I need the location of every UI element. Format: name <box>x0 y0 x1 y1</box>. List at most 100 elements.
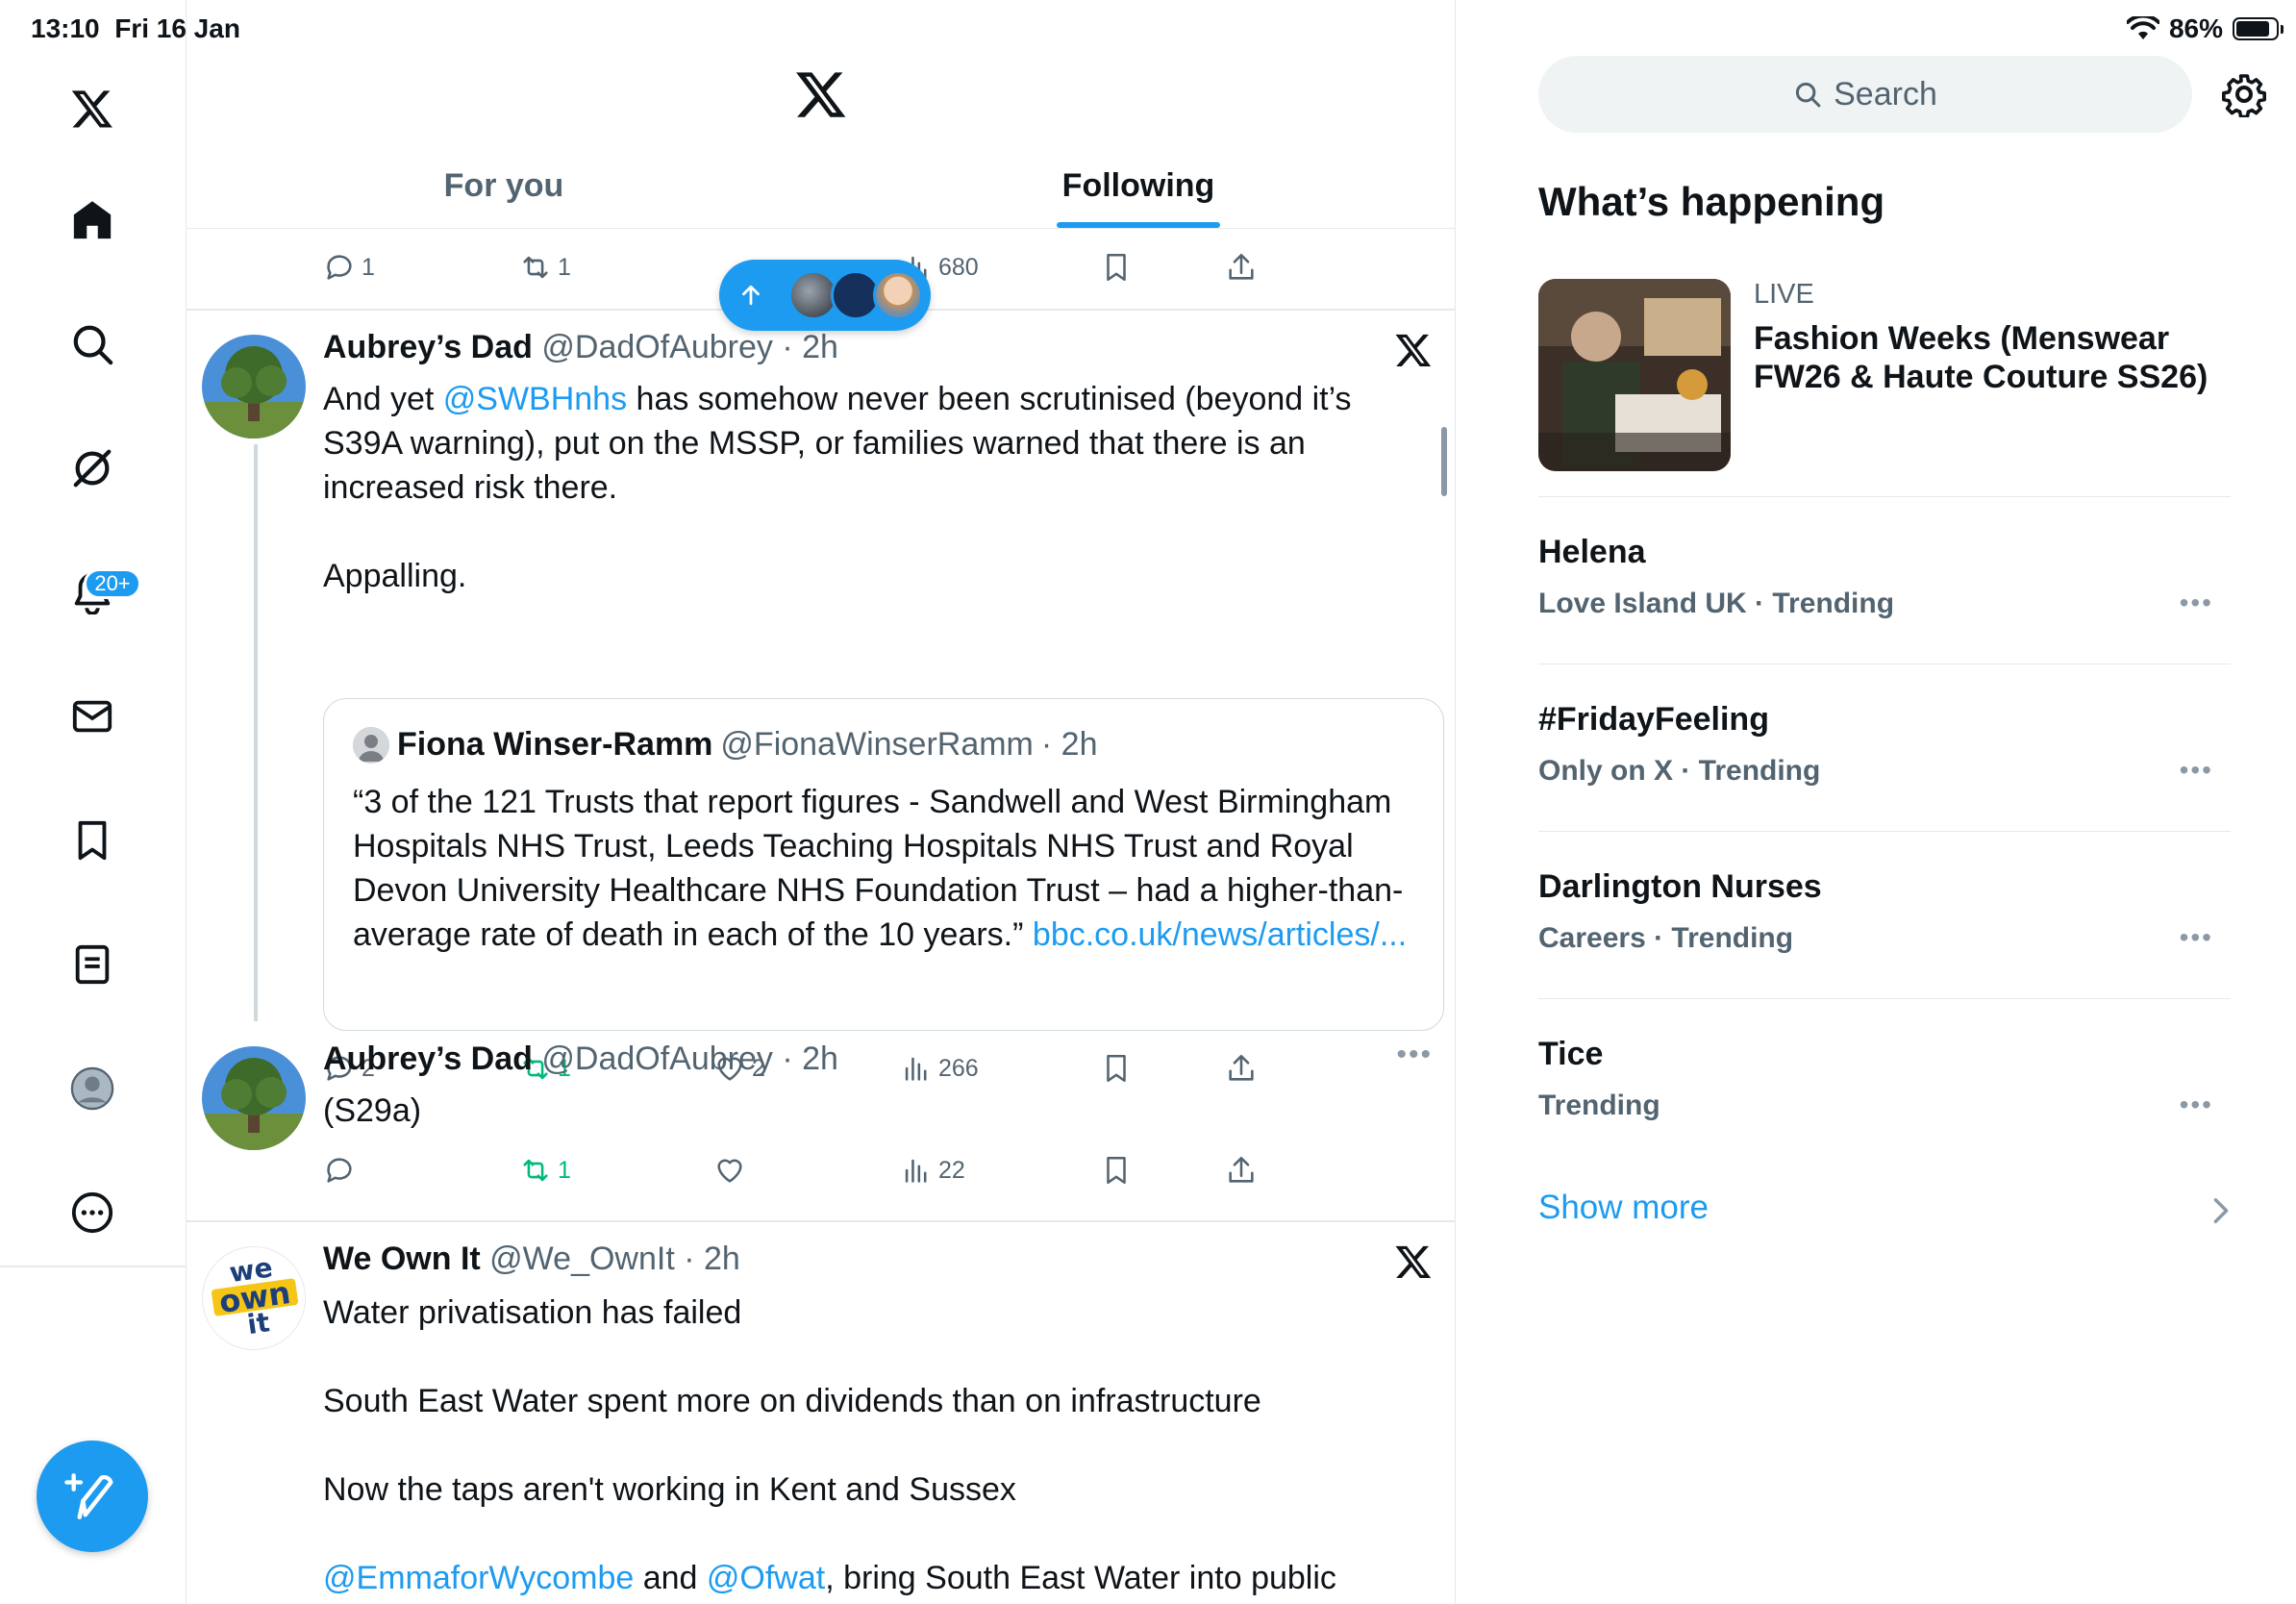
gear-icon[interactable] <box>2221 71 2267 117</box>
author-name[interactable]: We Own It <box>323 1241 481 1277</box>
quoted-post[interactable]: Fiona Winser-Ramm @FionaWinserRamm · 2h … <box>323 698 1444 1031</box>
live-label: LIVE <box>1754 279 1814 310</box>
tab-following[interactable]: Following <box>821 144 1455 228</box>
live-event-card[interactable]: LIVE Fashion Weeks (Menswear FW26 & Haut… <box>1538 279 2231 471</box>
lists-icon[interactable] <box>45 921 139 1008</box>
trend-name: Helena <box>1538 534 1646 570</box>
avatar <box>353 726 389 764</box>
x-logo-icon <box>1395 334 1432 366</box>
x-logo-icon[interactable] <box>45 65 139 152</box>
new-posts-pill[interactable] <box>719 260 931 331</box>
views-icon <box>905 1159 927 1183</box>
post-time: · 2h <box>684 1241 740 1277</box>
tab-for-you[interactable]: For you <box>187 144 821 228</box>
mention-link[interactable]: @Ofwat <box>707 1560 825 1596</box>
profile-avatar-icon[interactable] <box>45 1045 139 1132</box>
mention-link[interactable]: @EmmaforWycombe <box>323 1560 634 1596</box>
reply-icon <box>327 1158 352 1183</box>
reply-button[interactable] <box>323 1154 356 1187</box>
trend-meta: Only on X · Trending <box>1538 755 1821 787</box>
search-placeholder: Search <box>1834 75 1937 113</box>
timeline-tabs: For you Following <box>187 144 1455 229</box>
repost-count: 1 <box>558 1156 571 1184</box>
more-options-icon[interactable] <box>45 1169 139 1256</box>
avatar[interactable] <box>202 335 306 439</box>
post-card[interactable]: Aubrey’s Dad @DadOfAubrey · 2h And yet @… <box>187 310 1455 1083</box>
author-name[interactable]: Aubrey’s Dad <box>323 329 533 365</box>
left-nav: 20+ <box>0 0 187 1604</box>
heart-icon <box>717 1159 742 1183</box>
chevron-right-icon[interactable] <box>2211 1196 2231 1225</box>
grok-icon[interactable] <box>45 425 139 512</box>
avatar[interactable]: we own it <box>202 1246 306 1350</box>
post-card[interactable]: Aubrey’s Dad @DadOfAubrey · 2h ••• (S29a… <box>187 1031 1455 1219</box>
home-icon[interactable] <box>45 177 139 263</box>
trend-item[interactable]: #FridayFeeling Only on X · Trending ••• <box>1538 664 2231 831</box>
search-icon[interactable] <box>45 301 139 388</box>
more-options-icon[interactable]: ••• <box>1396 1039 1433 1071</box>
views-count: 680 <box>938 253 979 281</box>
bookmarks-icon[interactable] <box>45 797 139 884</box>
trend-item[interactable]: Darlington Nurses Careers · Trending ••• <box>1538 831 2231 998</box>
more-options-icon[interactable]: ••• <box>2180 1090 2213 1120</box>
share-icon <box>1229 1156 1254 1183</box>
quote-author-handle: @FionaWinserRamm <box>720 726 1034 763</box>
reply-count: 1 <box>362 253 375 281</box>
author-handle[interactable]: @DadOfAubrey <box>541 1040 773 1077</box>
post-text: (S29a) <box>323 1092 422 1129</box>
post-time: · 2h <box>782 329 838 365</box>
more-options-icon[interactable]: ••• <box>2180 922 2213 953</box>
bookmark-button[interactable] <box>1100 1154 1133 1187</box>
post-card[interactable]: we own it We Own It @We_OwnIt · 2h Water… <box>187 1221 1455 1604</box>
more-options-icon[interactable]: ••• <box>2180 755 2213 786</box>
post-actions: 1 22 <box>187 1154 1455 1196</box>
trend-item[interactable]: Helena Love Island UK · Trending ••• <box>1538 496 2231 664</box>
x-logo-icon <box>1395 1245 1432 1278</box>
trend-item[interactable]: Tice Trending ••• <box>1538 998 2231 1165</box>
repost-icon <box>523 256 548 279</box>
reply-icon <box>327 255 352 280</box>
compose-post-button[interactable] <box>37 1441 148 1552</box>
right-sidebar: Search What’s happening LIVE Fashion Wee… <box>1456 0 2296 1604</box>
reply-button[interactable]: 1 <box>323 251 375 284</box>
notifications-bell-icon[interactable]: 20+ <box>45 549 141 636</box>
bookmark-button[interactable] <box>1100 251 1133 284</box>
feather-plus-icon <box>64 1473 113 1519</box>
share-button[interactable] <box>1225 1154 1258 1187</box>
search-icon <box>1796 82 1821 108</box>
author-handle[interactable]: @We_OwnIt <box>489 1241 675 1277</box>
event-thumbnail <box>1538 279 1731 471</box>
author-name[interactable]: Aubrey’s Dad <box>323 1040 533 1077</box>
mention-link[interactable]: @SWBHnhs <box>443 381 627 417</box>
avatar[interactable] <box>202 1046 306 1150</box>
share-icon <box>1229 253 1254 280</box>
article-link[interactable]: bbc.co.uk/news/articles/... <box>1033 916 1407 953</box>
bookmark-icon <box>1107 253 1126 282</box>
whats-happening-title: What’s happening <box>1538 179 1885 224</box>
trend-meta: Trending <box>1538 1090 1660 1121</box>
arrow-up-icon <box>742 285 760 306</box>
trend-name: #FridayFeeling <box>1538 701 1769 738</box>
author-handle[interactable]: @DadOfAubrey <box>541 329 773 365</box>
views-button[interactable]: 22 <box>900 1154 965 1187</box>
show-more-link[interactable]: Show more <box>1538 1189 1709 1227</box>
share-button[interactable] <box>1225 251 1258 284</box>
quote-header: Fiona Winser-Ramm @FionaWinserRamm · 2h <box>353 726 1097 764</box>
x-logo-icon[interactable] <box>794 67 848 121</box>
search-input[interactable]: Search <box>1538 56 2192 133</box>
post-text-mentions: @EmmaforWycombe and @Ofwat, bring South … <box>323 1560 1336 1596</box>
bookmark-icon <box>1107 1156 1126 1185</box>
messages-icon[interactable] <box>45 673 139 760</box>
scrollbar[interactable] <box>1441 427 1447 496</box>
like-button[interactable] <box>713 1154 746 1187</box>
post-header: We Own It @We_OwnIt · 2h <box>323 1241 740 1278</box>
post-time: · 2h <box>782 1040 838 1077</box>
post-header: Aubrey’s Dad @DadOfAubrey · 2h <box>323 329 838 366</box>
quote-text: “3 of the 121 Trusts that report figures… <box>353 784 1408 953</box>
repost-button[interactable]: 1 <box>519 1154 571 1187</box>
repost-count: 1 <box>558 253 571 281</box>
views-count: 22 <box>938 1156 965 1184</box>
timeline-column: For you Following 1 1 680 Aubrey’s Dad @… <box>187 0 1456 1604</box>
repost-button[interactable]: 1 <box>519 251 571 284</box>
more-options-icon[interactable]: ••• <box>2180 588 2213 618</box>
